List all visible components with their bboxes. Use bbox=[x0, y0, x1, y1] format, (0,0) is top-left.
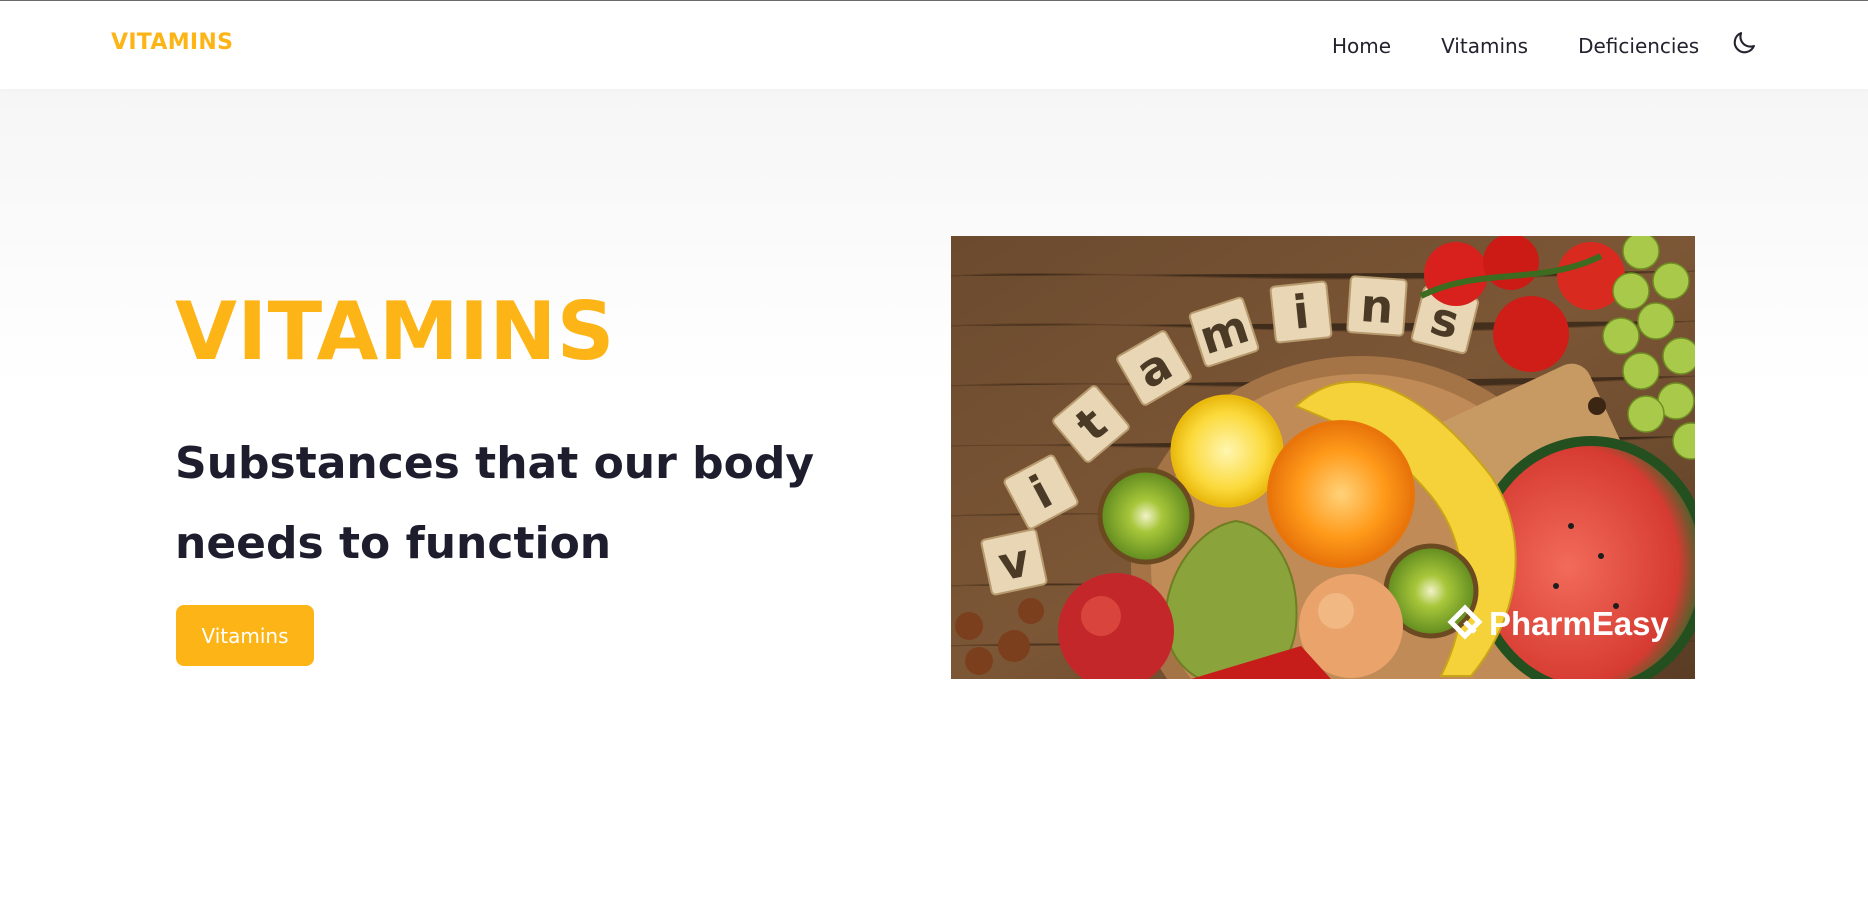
fruits-vitamins-illustration: v i t a m i n s PharmEasy bbox=[951, 236, 1695, 679]
nav-link-vitamins[interactable]: Vitamins bbox=[1441, 34, 1528, 58]
nav-link-deficiencies[interactable]: Deficiencies bbox=[1578, 34, 1699, 58]
nav-link-home[interactable]: Home bbox=[1332, 34, 1391, 58]
hero-title: VITAMINS bbox=[175, 285, 615, 378]
top-navbar: VITAMINS Home Vitamins Deficiencies bbox=[0, 1, 1868, 89]
brand-logo-link[interactable]: VITAMINS bbox=[111, 30, 233, 55]
image-letter-n: n bbox=[1359, 278, 1395, 334]
nav-links: Home Vitamins Deficiencies bbox=[1332, 34, 1749, 58]
hero-image: v i t a m i n s PharmEasy bbox=[951, 236, 1695, 679]
pharmeasy-logo-text: PharmEasy bbox=[1489, 605, 1669, 642]
hero-subtitle: Substances that our body needs to functi… bbox=[175, 438, 815, 569]
moon-icon[interactable] bbox=[1730, 29, 1758, 57]
vitamins-button[interactable]: Vitamins bbox=[176, 605, 314, 666]
